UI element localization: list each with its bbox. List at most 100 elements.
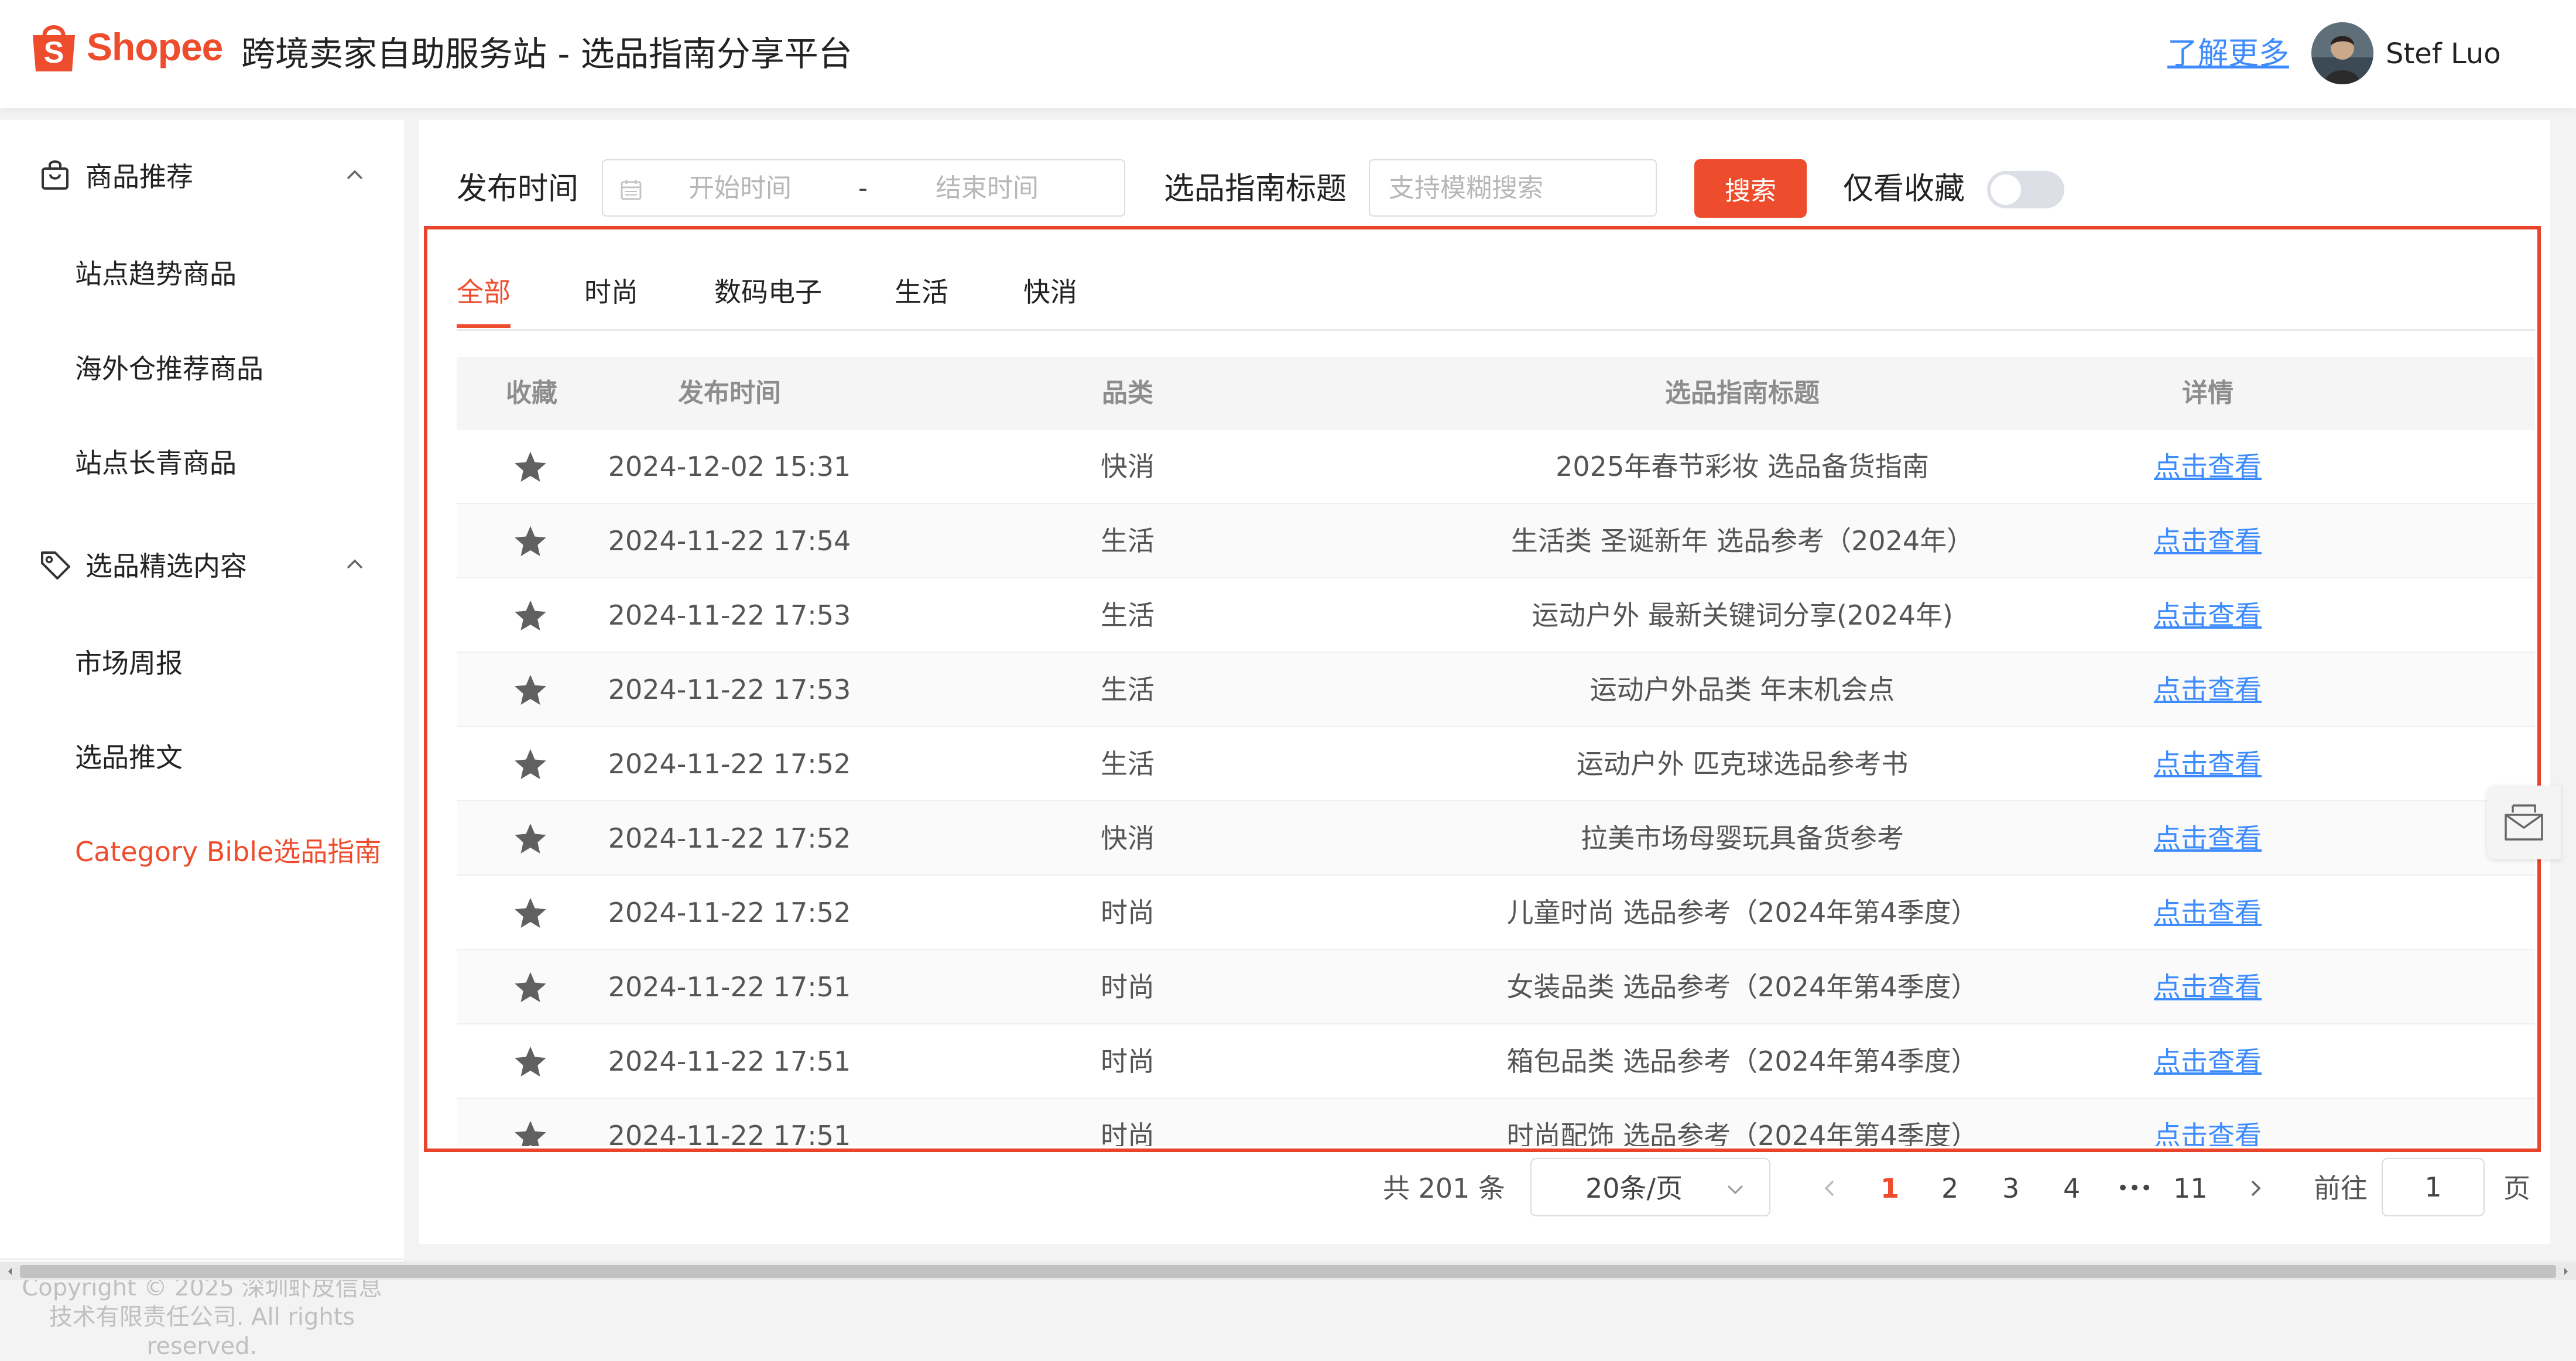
star-icon[interactable]	[512, 450, 549, 485]
goto-label: 前往	[2314, 1173, 2368, 1204]
detail-cell: 点击查看	[2082, 876, 2334, 950]
username[interactable]: Stef Luo	[2386, 34, 2501, 74]
view-detail-link[interactable]: 点击查看	[2154, 1045, 2262, 1077]
view-detail-link[interactable]: 点击查看	[2154, 451, 2262, 482]
category-cell: 快消	[1101, 822, 1155, 854]
guide-title-cell: 箱包品类 选品参考（2024年第4季度）	[1506, 1045, 1978, 1077]
page-button-11[interactable]: 11	[2173, 1170, 2208, 1207]
start-date-input[interactable]: 开始时间	[688, 172, 792, 205]
search-button[interactable]: 搜索	[1694, 159, 1807, 218]
guide-title-cell: 2025年春节彩妆 选品备货指南	[1556, 451, 1929, 482]
star-icon[interactable]	[512, 673, 549, 708]
favorites-only-toggle[interactable]	[1987, 171, 2064, 208]
detail-cell: 点击查看	[2082, 801, 2334, 876]
view-detail-link[interactable]: 点击查看	[2154, 525, 2262, 557]
sidebar-item-selection-posts[interactable]: 选品推文	[75, 737, 183, 778]
page-ellipsis[interactable]: •••	[2117, 1170, 2152, 1207]
sidebar-item-site-trending[interactable]: 站点趋势商品	[75, 253, 237, 294]
sidebar: 商品推荐 站点趋势商品 海外仓推荐商品 站点长青商品 选品精选内容 市场周报 选…	[0, 120, 404, 1360]
chevron-down-icon	[1727, 1185, 1743, 1195]
view-detail-link[interactable]: 点击查看	[2154, 971, 2262, 1003]
avatar[interactable]	[2311, 22, 2373, 84]
guide-title-cell: 运动户外 匹克球选品参考书	[1576, 748, 1909, 780]
publish-time-cell: 2024-11-22 17:52	[608, 748, 851, 780]
category-cell: 时尚	[1101, 897, 1155, 928]
page-size-select[interactable]: 20条/页	[1530, 1158, 1770, 1216]
table-row: 2024-11-22 17:51 时尚 女装品类 选品参考（2024年第4季度） 点击…	[457, 950, 2535, 1024]
tab-all[interactable]: 全部	[457, 272, 511, 313]
scroll-right-arrow-icon[interactable]	[2560, 1265, 2572, 1278]
horizontal-scrollbar[interactable]	[0, 1261, 2576, 1280]
table-row: 2024-11-22 17:51 时尚 时尚配饰 选品参考（2024年第4季度） 点击…	[457, 1099, 2535, 1146]
publish-time-cell: 2024-11-22 17:51	[608, 971, 851, 1003]
active-tab-indicator	[457, 324, 511, 328]
end-date-input[interactable]: 结束时间	[936, 172, 1039, 205]
tab-lifestyle[interactable]: 生活	[895, 272, 948, 313]
favorites-only-label: 仅看收藏	[1843, 172, 1965, 207]
star-icon[interactable]	[512, 598, 549, 633]
category-cell: 时尚	[1101, 1045, 1155, 1077]
chevron-left-icon[interactable]	[1818, 1177, 1842, 1200]
table-row: 2024-11-22 17:51 时尚 箱包品类 选品参考（2024年第4季度） 点击…	[457, 1024, 2535, 1099]
shopee-logo[interactable]: S Shopee	[29, 18, 223, 76]
page-suffix-label: 页	[2503, 1173, 2530, 1204]
guide-title-cell: 儿童时尚 选品参考（2024年第4季度）	[1506, 897, 1978, 928]
star-icon[interactable]	[512, 747, 549, 782]
star-icon[interactable]	[512, 1044, 549, 1079]
detail-cell: 点击查看	[2082, 504, 2334, 578]
tab-digital-electronics[interactable]: 数码电子	[714, 272, 822, 313]
guide-title-cell: 运动户外 最新关键词分享(2024年)	[1532, 599, 1953, 631]
star-icon[interactable]	[512, 524, 549, 559]
scrollbar-thumb[interactable]	[20, 1265, 2556, 1278]
publish-time-cell: 2024-11-22 17:53	[608, 674, 851, 705]
page-size-value: 20条/页	[1585, 1173, 1683, 1204]
page-button-1[interactable]: 1	[1880, 1170, 1899, 1207]
category-cell: 时尚	[1101, 1120, 1155, 1146]
view-detail-link[interactable]: 点击查看	[2154, 897, 2262, 928]
detail-cell: 点击查看	[2082, 653, 2334, 727]
publish-time-cell: 2024-11-22 17:51	[608, 1045, 851, 1077]
date-range-picker[interactable]: 开始时间 - 结束时间	[602, 159, 1125, 217]
sidebar-group-label: 商品推荐	[85, 161, 193, 193]
category-cell: 快消	[1101, 451, 1155, 482]
view-detail-link[interactable]: 点击查看	[2154, 1120, 2262, 1146]
page-button-3[interactable]: 3	[2002, 1170, 2019, 1207]
view-detail-link[interactable]: 点击查看	[2154, 748, 2262, 780]
star-icon[interactable]	[512, 821, 549, 856]
detail-cell: 点击查看	[2082, 1099, 2334, 1146]
shopping-bag-icon	[42, 160, 68, 190]
scroll-left-arrow-icon[interactable]	[4, 1265, 16, 1278]
star-icon[interactable]	[512, 1119, 549, 1146]
goto-page-input[interactable]	[2382, 1158, 2485, 1216]
column-header-publish-time: 发布时间	[678, 378, 781, 408]
page-button-4[interactable]: 4	[2063, 1170, 2080, 1207]
tab-fashion[interactable]: 时尚	[584, 272, 638, 313]
site-title: 跨境卖家自助服务站 - 选品指南分享平台	[241, 34, 852, 74]
guide-title-cell: 女装品类 选品参考（2024年第4季度）	[1506, 971, 1978, 1003]
sidebar-group-curated-content[interactable]: 选品精选内容	[0, 529, 404, 599]
chevron-right-icon[interactable]	[2243, 1177, 2267, 1200]
view-detail-link[interactable]: 点击查看	[2154, 822, 2262, 854]
tab-fmcg[interactable]: 快消	[1023, 272, 1077, 313]
detail-cell: 点击查看	[2082, 1024, 2334, 1099]
star-icon[interactable]	[512, 896, 549, 931]
sidebar-group-product-recommend[interactable]: 商品推荐	[0, 140, 404, 210]
top-header: S Shopee 跨境卖家自助服务站 - 选品指南分享平台 了解更多 Stef …	[0, 0, 2576, 108]
sidebar-item-evergreen[interactable]: 站点长青商品	[75, 443, 237, 484]
table-row: 2024-11-22 17:52 生活 运动户外 匹克球选品参考书 点击查看	[457, 727, 2535, 801]
star-icon[interactable]	[512, 970, 549, 1005]
guide-title-search-input[interactable]	[1369, 159, 1657, 217]
publish-time-cell: 2024-11-22 17:52	[608, 897, 851, 928]
sidebar-item-market-weekly[interactable]: 市场周报	[75, 643, 183, 684]
table-row: 2024-11-22 17:54 生活 生活类 圣诞新年 选品参考（2024年） 点击…	[457, 504, 2535, 578]
view-detail-link[interactable]: 点击查看	[2154, 674, 2262, 705]
page-button-2[interactable]: 2	[1941, 1170, 1958, 1207]
learn-more-link[interactable]: 了解更多	[2167, 32, 2289, 76]
message-float-button[interactable]	[2487, 786, 2561, 859]
sidebar-item-overseas-warehouse[interactable]: 海外仓推荐商品	[75, 348, 263, 389]
publish-time-label: 发布时间	[457, 172, 579, 207]
sidebar-item-category-bible[interactable]: Category Bible选品指南	[75, 831, 381, 872]
chevron-up-icon[interactable]	[343, 163, 366, 187]
view-detail-link[interactable]: 点击查看	[2154, 599, 2262, 631]
chevron-up-icon[interactable]	[343, 553, 366, 576]
